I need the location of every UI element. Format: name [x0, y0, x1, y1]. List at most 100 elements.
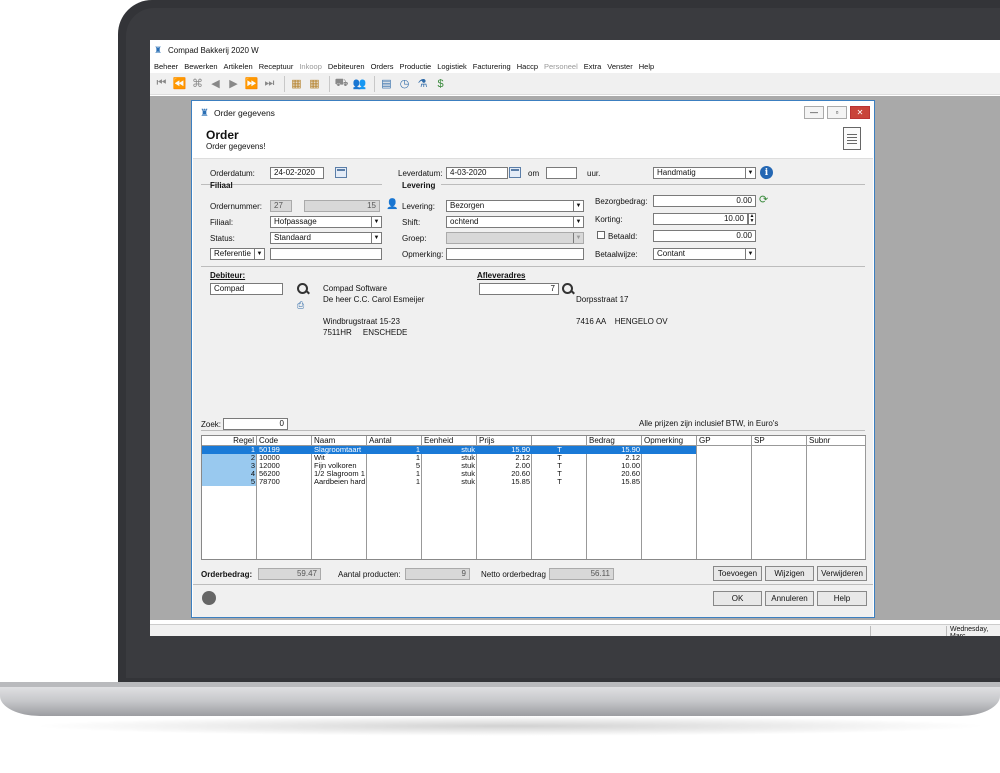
- menu-item-haccp[interactable]: Haccp: [517, 62, 538, 71]
- table-cell-aantal: 5: [415, 462, 420, 470]
- minimize-button[interactable]: —: [804, 106, 824, 119]
- column-header[interactable]: Code: [257, 436, 312, 446]
- table-row[interactable]: 4 56200 1/2 Slagroom 1 1 stuk 20.60 T 20.60: [202, 470, 866, 478]
- dialog-title: Order gegevens: [213, 108, 275, 118]
- debiteur-input[interactable]: Compad: [210, 283, 283, 295]
- zoek-label: Zoek:: [201, 420, 222, 429]
- table-row[interactable]: 2 10000 Wit 1 stuk 2.12 T 2.12: [202, 454, 866, 462]
- lab-icon[interactable]: ⚗: [415, 76, 430, 91]
- column-header[interactable]: Regel: [202, 436, 257, 446]
- table-cell-bedrag: 10.00: [621, 462, 640, 470]
- binoculars-icon[interactable]: ⌘: [190, 76, 205, 91]
- menu-item-debiteuren[interactable]: Debiteuren: [328, 62, 365, 71]
- search-icon[interactable]: [297, 283, 309, 295]
- search-icon[interactable]: [562, 283, 574, 295]
- levering-select[interactable]: Bezorgen ▼: [446, 200, 584, 212]
- filiaal-label: Filiaal:: [210, 218, 234, 227]
- menu-item-personeel[interactable]: Personeel: [544, 62, 578, 71]
- menu-item-help[interactable]: Help: [639, 62, 654, 71]
- status-select[interactable]: Standaard ▼: [270, 232, 382, 244]
- shift-select[interactable]: ochtend ▼: [446, 216, 584, 228]
- cart-icon[interactable]: ⛟: [334, 76, 349, 91]
- menu-item-orders[interactable]: Orders: [371, 62, 394, 71]
- next-page-icon[interactable]: ⏩: [244, 76, 259, 91]
- calendar-icon[interactable]: [509, 167, 521, 178]
- menu-item-facturering[interactable]: Facturering: [473, 62, 511, 71]
- korting-spinner[interactable]: ▲ ▼: [748, 213, 756, 225]
- column-header[interactable]: Aantal: [367, 436, 422, 446]
- referentie-select[interactable]: Referentie ▼: [210, 248, 265, 260]
- bezorgbedrag-input[interactable]: 0.00: [653, 195, 756, 207]
- annuleren-button[interactable]: Annuleren: [765, 591, 814, 606]
- invoice-icon[interactable]: $: [433, 76, 448, 91]
- toevoegen-button[interactable]: Toevoegen: [713, 566, 762, 581]
- groep-label: Groep:: [402, 234, 427, 243]
- prev-record-icon[interactable]: ◀: [208, 76, 223, 91]
- table-row[interactable]: 1 50199 Slagroomtaart 1 stuk 15.90 T 15.90: [202, 446, 866, 454]
- info-icon[interactable]: i: [760, 166, 773, 179]
- referentie-input[interactable]: [270, 248, 382, 260]
- betaald-input[interactable]: 0.00: [653, 230, 756, 242]
- ok-button[interactable]: OK: [713, 591, 762, 606]
- prev-page-icon[interactable]: ⏪: [172, 76, 187, 91]
- menu-item-logistiek[interactable]: Logistiek: [437, 62, 467, 71]
- betaald-checkbox[interactable]: [597, 231, 605, 239]
- menu-item-beheer[interactable]: Beheer: [154, 62, 178, 71]
- column-header[interactable]: Eenheid: [422, 436, 477, 446]
- menu-item-venster[interactable]: Venster: [607, 62, 632, 71]
- help-button[interactable]: Help: [817, 591, 867, 606]
- column-header[interactable]: Naam: [312, 436, 367, 446]
- close-button[interactable]: ✕: [850, 106, 870, 119]
- time-input[interactable]: [546, 167, 577, 179]
- table-row[interactable]: 5 78700 Aardbeien hard 1 stuk 15.85 T 15.85: [202, 478, 866, 486]
- table-row[interactable]: 3 12000 Fijn volkoren 5 stuk 2.00 T 10.00: [202, 462, 866, 470]
- filiaal-select[interactable]: Hofpassage ▼: [270, 216, 382, 228]
- column-header[interactable]: GP: [697, 436, 752, 446]
- settings-gear-icon[interactable]: [202, 591, 216, 605]
- column-header[interactable]: [532, 436, 587, 446]
- column-header[interactable]: Opmerking: [642, 436, 697, 446]
- ordernummer-sub-input[interactable]: 15: [304, 200, 380, 212]
- handmatig-select[interactable]: Handmatig ▼: [653, 167, 756, 179]
- customers-icon[interactable]: 👥: [352, 76, 367, 91]
- column-header[interactable]: SP: [752, 436, 807, 446]
- betaalwijze-select[interactable]: Contant ▼: [653, 248, 756, 260]
- maximize-button[interactable]: ▫: [827, 106, 847, 119]
- zoek-input[interactable]: 0: [223, 418, 288, 430]
- calendar-icon[interactable]: [335, 167, 347, 178]
- menu-item-extra[interactable]: Extra: [584, 62, 602, 71]
- menu-item-inkoop[interactable]: Inkoop: [299, 62, 322, 71]
- table-cell-eenheid: stuk: [461, 478, 475, 486]
- order-dialog: ♜ Order gegevens — ▫ ✕ Order Order gegev…: [191, 100, 875, 618]
- menu-item-artikelen[interactable]: Artikelen: [224, 62, 253, 71]
- refresh-icon[interactable]: ⟳: [759, 193, 768, 206]
- recipes-icon[interactable]: ▦: [307, 76, 322, 91]
- menu-item-bewerken[interactable]: Bewerken: [184, 62, 217, 71]
- schedule-icon[interactable]: ◷: [397, 76, 412, 91]
- orderdatum-input[interactable]: 24-02-2020: [270, 167, 324, 179]
- app-titlebar: ♜ Compad Bakkerij 2020 W: [150, 40, 1000, 60]
- verwijderen-button[interactable]: Verwijderen: [817, 566, 867, 581]
- last-record-icon[interactable]: ⏭: [262, 76, 277, 91]
- table-cell-code: 56200: [259, 470, 280, 478]
- aantal-label: Aantal producten:: [338, 570, 401, 579]
- column-header[interactable]: Prijs: [477, 436, 532, 446]
- menu-item-receptuur[interactable]: Receptuur: [259, 62, 294, 71]
- user-icon[interactable]: 👤: [386, 199, 398, 210]
- column-header[interactable]: Bedrag: [587, 436, 642, 446]
- opmerking-input[interactable]: [446, 248, 584, 260]
- column-header[interactable]: Subnr: [807, 436, 866, 446]
- groep-select[interactable]: ▼: [446, 232, 584, 244]
- chevron-down-icon: ▼: [371, 233, 381, 243]
- leverdatum-input[interactable]: 4-03-2020: [446, 167, 508, 179]
- korting-input[interactable]: 10.00: [653, 213, 748, 225]
- afleveradres-input[interactable]: 7: [479, 283, 559, 295]
- next-record-icon[interactable]: ▶: [226, 76, 241, 91]
- ordernummer-input[interactable]: 27: [270, 200, 292, 212]
- first-record-icon[interactable]: ⏮: [154, 76, 169, 91]
- orders-icon[interactable]: ▤: [379, 76, 394, 91]
- products-icon[interactable]: ▦: [289, 76, 304, 91]
- menu-item-productie[interactable]: Productie: [400, 62, 432, 71]
- print-icon[interactable]: ⎙: [297, 300, 304, 311]
- wijzigen-button[interactable]: Wijzigen: [765, 566, 814, 581]
